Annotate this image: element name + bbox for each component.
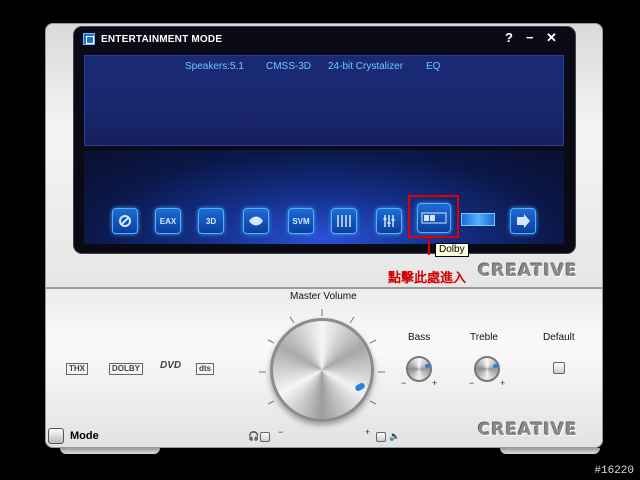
3d-icon[interactable]: 3D [198,208,224,234]
eax-icon[interactable]: EAX [155,208,181,234]
status-crystalizer: 24-bit Crystalizer [328,61,404,72]
dolby-logo: DOLBY [109,363,143,375]
headphone-toggle[interactable] [260,432,270,442]
svm-icon[interactable]: SVM [288,208,314,234]
speaker-icon[interactable] [112,208,138,234]
mixer-icon[interactable] [376,208,402,234]
volume-min-label: − [278,427,284,437]
window-title: ENTERTAINMENT MODE [101,33,223,45]
right-foot [500,448,600,454]
crystalizer-icon[interactable] [243,208,269,234]
thx-logo: THX [66,363,88,375]
bass-label: Bass [408,332,431,343]
highlight-pointer [428,237,430,255]
image-serial: #16220 [594,465,634,477]
bass-max-label: + [432,378,438,388]
dolby-tooltip: Dolby [435,243,469,257]
bass-indicator [425,364,430,368]
bass-min-label: − [401,378,407,388]
brand-logo-top: CREATIVE [478,261,578,281]
next-icon[interactable] [510,208,536,234]
treble-knob[interactable] [474,356,500,382]
dts-logo: dts [196,363,214,375]
headphone-icon: 🎧 [248,432,260,442]
treble-indicator [493,364,498,368]
close-button[interactable]: ✕ [546,30,557,46]
treble-min-label: − [469,378,475,388]
title-bar: ENTERTAINMENT MODE [80,29,570,49]
highlight-box [408,195,459,238]
left-foot [60,448,160,454]
default-button[interactable] [553,362,565,374]
speaker-volume-icon: 🔈 [389,432,401,442]
annotation-text: 點擊此處進入 [388,271,467,286]
minimize-button[interactable]: − [526,30,534,45]
status-speakers: Speakers:5.1 [185,61,244,72]
bass-knob[interactable] [406,356,432,382]
status-cmss: CMSS-3D [266,61,312,72]
master-volume-knob[interactable] [270,318,374,422]
help-button[interactable]: ? [505,30,513,45]
treble-label: Treble [470,332,498,343]
eq-icon[interactable] [331,208,357,234]
volume-max-label: + [365,427,371,437]
mode-label: Mode [70,430,99,442]
brand-logo-bottom: CREATIVE [478,420,578,440]
info-panel [84,55,564,146]
dvd-logo: DVD [160,360,182,371]
default-label: Default [543,332,575,343]
dts-icon[interactable] [461,213,495,226]
app-icon [83,33,95,45]
treble-max-label: + [500,378,506,388]
mode-button[interactable] [48,428,64,444]
status-eq: EQ [426,61,441,72]
speaker-toggle[interactable] [376,432,386,442]
master-volume-label: Master Volume [290,291,357,302]
